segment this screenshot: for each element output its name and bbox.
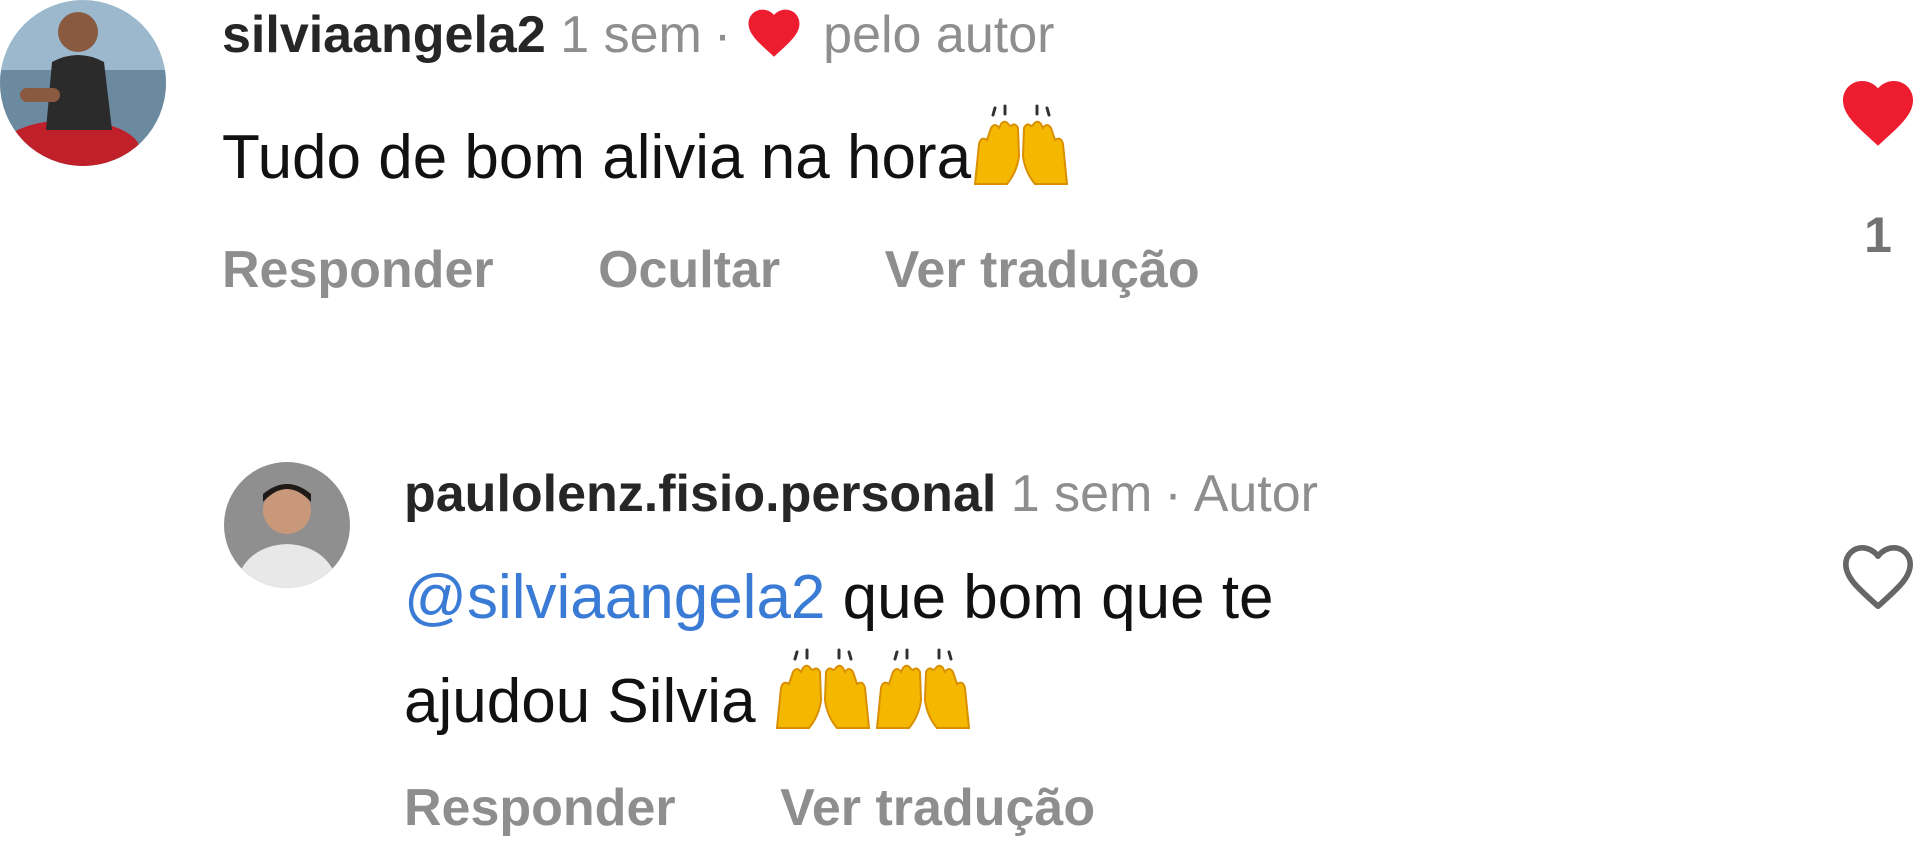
raising-hands-emoji — [773, 644, 873, 732]
comment-meta: paulolenz.fisio.personal 1 sem · Autor — [404, 464, 1318, 524]
separator-dot: · — [1164, 465, 1182, 523]
reply-button[interactable]: Responder — [404, 779, 676, 837]
comment-thread: silviaangela2 1 sem · pelo autor Tudo de b… — [0, 0, 1920, 850]
heart-icon — [748, 9, 800, 57]
comment-username[interactable]: paulolenz.fisio.personal — [404, 465, 996, 523]
comment-actions: Responder Ocultar Ver tradução — [222, 240, 1290, 300]
heart-icon[interactable] — [1836, 70, 1920, 148]
comment-text: Tudo de bom alivia na hora — [222, 100, 1071, 200]
comment-text: @silviaangela2 que bom que te — [404, 556, 1274, 640]
see-translation-button[interactable]: Ver tradução — [885, 241, 1200, 299]
liked-by-author-label: pelo autor — [823, 6, 1055, 64]
hide-button[interactable]: Ocultar — [598, 241, 780, 299]
comment-time: 1 sem — [560, 6, 702, 64]
comment-username[interactable]: silviaangela2 — [222, 6, 546, 64]
comment-text-content: ajudou Silvia — [404, 667, 756, 736]
comment-actions: Responder Ver tradução — [404, 778, 1185, 838]
separator-dot: · — [713, 6, 732, 64]
comment-text: ajudou Silvia — [404, 644, 973, 744]
author-label: Autor — [1193, 465, 1318, 523]
reply-button[interactable]: Responder — [222, 241, 494, 299]
raising-hands-emoji — [873, 644, 973, 732]
heart-outline-icon[interactable] — [1836, 534, 1920, 612]
avatar[interactable] — [0, 0, 166, 166]
comment-time: 1 sem — [1010, 465, 1153, 523]
comment-meta: silviaangela2 1 sem · pelo autor — [222, 2, 1054, 65]
like-count: 1 — [1864, 207, 1892, 263]
see-translation-button[interactable]: Ver tradução — [780, 779, 1095, 837]
comment-text-content: Tudo de bom alivia na hora — [222, 123, 972, 192]
raising-hands-emoji — [971, 100, 1071, 188]
mention-link[interactable]: @silviaangela2 — [404, 563, 825, 632]
avatar[interactable] — [224, 462, 350, 588]
comment-text-content: que bom que te — [842, 563, 1274, 632]
